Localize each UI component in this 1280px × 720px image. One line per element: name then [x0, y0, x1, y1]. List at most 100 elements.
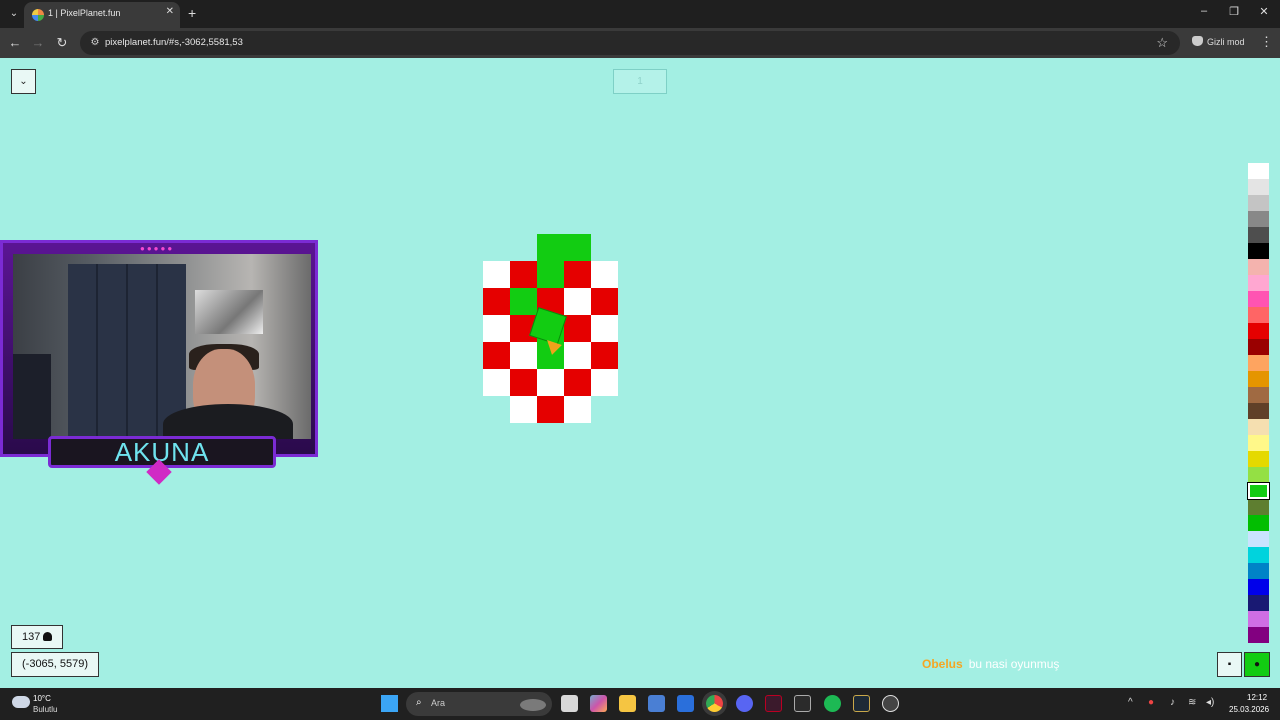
canvas-pixel[interactable] — [564, 342, 591, 369]
palette-swatch[interactable] — [1248, 179, 1269, 195]
palette-swatch[interactable] — [1248, 163, 1269, 179]
canvas-pixel[interactable] — [483, 261, 510, 288]
close-window-button[interactable]: ✕ — [1254, 5, 1274, 18]
minimize-button[interactable]: – — [1194, 5, 1214, 17]
palette-swatch[interactable] — [1248, 627, 1269, 643]
palette-swatch[interactable] — [1248, 419, 1269, 435]
canvas-pixel[interactable] — [510, 369, 537, 396]
canvas-pixel[interactable] — [564, 234, 591, 261]
restore-button[interactable]: ❐ — [1224, 5, 1244, 18]
canvas-pixel[interactable] — [564, 261, 591, 288]
canvas-pixel[interactable] — [510, 261, 537, 288]
canvas-pixel[interactable] — [483, 342, 510, 369]
palette-swatch[interactable] — [1248, 547, 1269, 563]
spotify-icon[interactable] — [824, 695, 841, 712]
chrome-icon[interactable] — [706, 695, 723, 712]
new-tab-button[interactable]: + — [188, 5, 196, 21]
palette-swatch[interactable] — [1248, 227, 1269, 243]
canvas-pixel[interactable] — [564, 396, 591, 423]
palette-swatch[interactable] — [1248, 195, 1269, 211]
tab-search-button[interactable]: ⌄ — [6, 6, 22, 22]
forward-button[interactable]: → — [30, 35, 46, 51]
canvas-pixel[interactable] — [510, 342, 537, 369]
palette-swatch[interactable] — [1248, 291, 1269, 307]
canvas-pixel[interactable] — [537, 369, 564, 396]
palette-swatch[interactable] — [1248, 211, 1269, 227]
palette-swatch[interactable] — [1247, 482, 1270, 500]
palette-swatch[interactable] — [1248, 259, 1269, 275]
palette-swatch[interactable] — [1248, 403, 1269, 419]
store-icon[interactable] — [648, 695, 665, 712]
network-icon[interactable]: ≋ — [1188, 697, 1196, 708]
back-button[interactable]: ← — [7, 35, 23, 51]
pixel-canvas[interactable]: ⌄ 1 ●●●●● AKUNA 137 (-3065, 5579) Obelus… — [0, 58, 1280, 688]
online-users-box[interactable]: 137 — [11, 625, 64, 649]
canvas-pixel[interactable] — [564, 288, 591, 315]
weather-description[interactable]: Bulutlu — [33, 705, 57, 714]
canvas-pixel[interactable] — [591, 369, 618, 396]
address-bar[interactable]: ⚙ pixelplanet.fun/#s,-3062,5581,53 ☆ — [80, 31, 1180, 55]
tray-expand-icon[interactable]: ^ — [1128, 697, 1133, 708]
canvas-pixel[interactable] — [591, 342, 618, 369]
tab-close-icon[interactable]: ✕ — [166, 6, 174, 17]
valorant-icon[interactable] — [765, 695, 782, 712]
palette-swatch[interactable] — [1248, 243, 1269, 259]
palette-swatch[interactable] — [1248, 579, 1269, 595]
palette-swatch[interactable] — [1248, 467, 1269, 483]
browser-tab[interactable]: 1 | PixelPlanet.fun ✕ — [24, 2, 180, 28]
palette-swatch[interactable] — [1248, 275, 1269, 291]
discord-icon[interactable] — [736, 695, 753, 712]
riot-client-icon[interactable] — [882, 695, 899, 712]
copilot-icon[interactable] — [590, 695, 607, 712]
canvas-pixel[interactable] — [510, 396, 537, 423]
browser-menu-button[interactable]: ⋮ — [1260, 34, 1273, 50]
coordinates-box[interactable]: (-3065, 5579) — [11, 652, 100, 677]
canvas-pixel[interactable] — [537, 396, 564, 423]
palette-swatch[interactable] — [1248, 451, 1269, 467]
canvas-pixel[interactable] — [591, 261, 618, 288]
palette-swatch[interactable] — [1248, 499, 1269, 515]
site-info-icon[interactable]: ⚙ — [88, 36, 102, 50]
canvas-pixel[interactable] — [483, 315, 510, 342]
league-icon[interactable] — [853, 695, 870, 712]
mail-icon[interactable] — [677, 695, 694, 712]
chat-button[interactable]: ▪ — [1217, 652, 1242, 677]
bookmark-star-icon[interactable]: ☆ — [1156, 35, 1168, 51]
canvas-pixel[interactable] — [564, 369, 591, 396]
reload-button[interactable]: ↻ — [54, 35, 70, 51]
canvas-pixel[interactable] — [510, 288, 537, 315]
chat-username[interactable]: Obelus — [922, 657, 963, 671]
tray-app-icon[interactable]: ● — [1148, 697, 1154, 708]
url-text[interactable]: pixelplanet.fun/#s,-3062,5581,53 — [105, 37, 243, 48]
palette-swatch[interactable] — [1248, 563, 1269, 579]
task-view-icon[interactable] — [561, 695, 578, 712]
palette-swatch[interactable] — [1248, 515, 1269, 531]
canvas-pixel[interactable] — [537, 261, 564, 288]
palette-swatch[interactable] — [1248, 531, 1269, 547]
palette-swatch[interactable] — [1248, 435, 1269, 451]
canvas-pixel[interactable] — [483, 288, 510, 315]
canvas-pixel[interactable] — [537, 234, 564, 261]
palette-swatch[interactable] — [1248, 323, 1269, 339]
volume-icon[interactable]: ◂) — [1206, 697, 1214, 708]
app-icon[interactable] — [794, 695, 811, 712]
cloud-icon[interactable] — [12, 696, 30, 708]
palette-swatch[interactable] — [1248, 595, 1269, 611]
clock-time[interactable]: 12:12 — [1247, 693, 1267, 702]
palette-swatch[interactable] — [1248, 307, 1269, 323]
palette-swatch[interactable] — [1248, 355, 1269, 371]
canvas-pixel[interactable] — [483, 369, 510, 396]
taskbar-widget-icon[interactable] — [520, 699, 546, 711]
menu-toggle-button[interactable]: ⌄ — [11, 69, 36, 94]
file-explorer-icon[interactable] — [619, 695, 636, 712]
clock-date[interactable]: 25.03.2026 — [1229, 705, 1269, 714]
palette-toggle-button[interactable]: ● — [1244, 652, 1270, 677]
palette-swatch[interactable] — [1248, 387, 1269, 403]
palette-swatch[interactable] — [1248, 611, 1269, 627]
windows-start-icon[interactable] — [381, 695, 398, 712]
canvas-pixel[interactable] — [591, 315, 618, 342]
weather-temperature[interactable]: 10°C — [33, 694, 51, 703]
canvas-pixel[interactable] — [591, 288, 618, 315]
canvas-pixel[interactable] — [564, 315, 591, 342]
palette-swatch[interactable] — [1248, 339, 1269, 355]
